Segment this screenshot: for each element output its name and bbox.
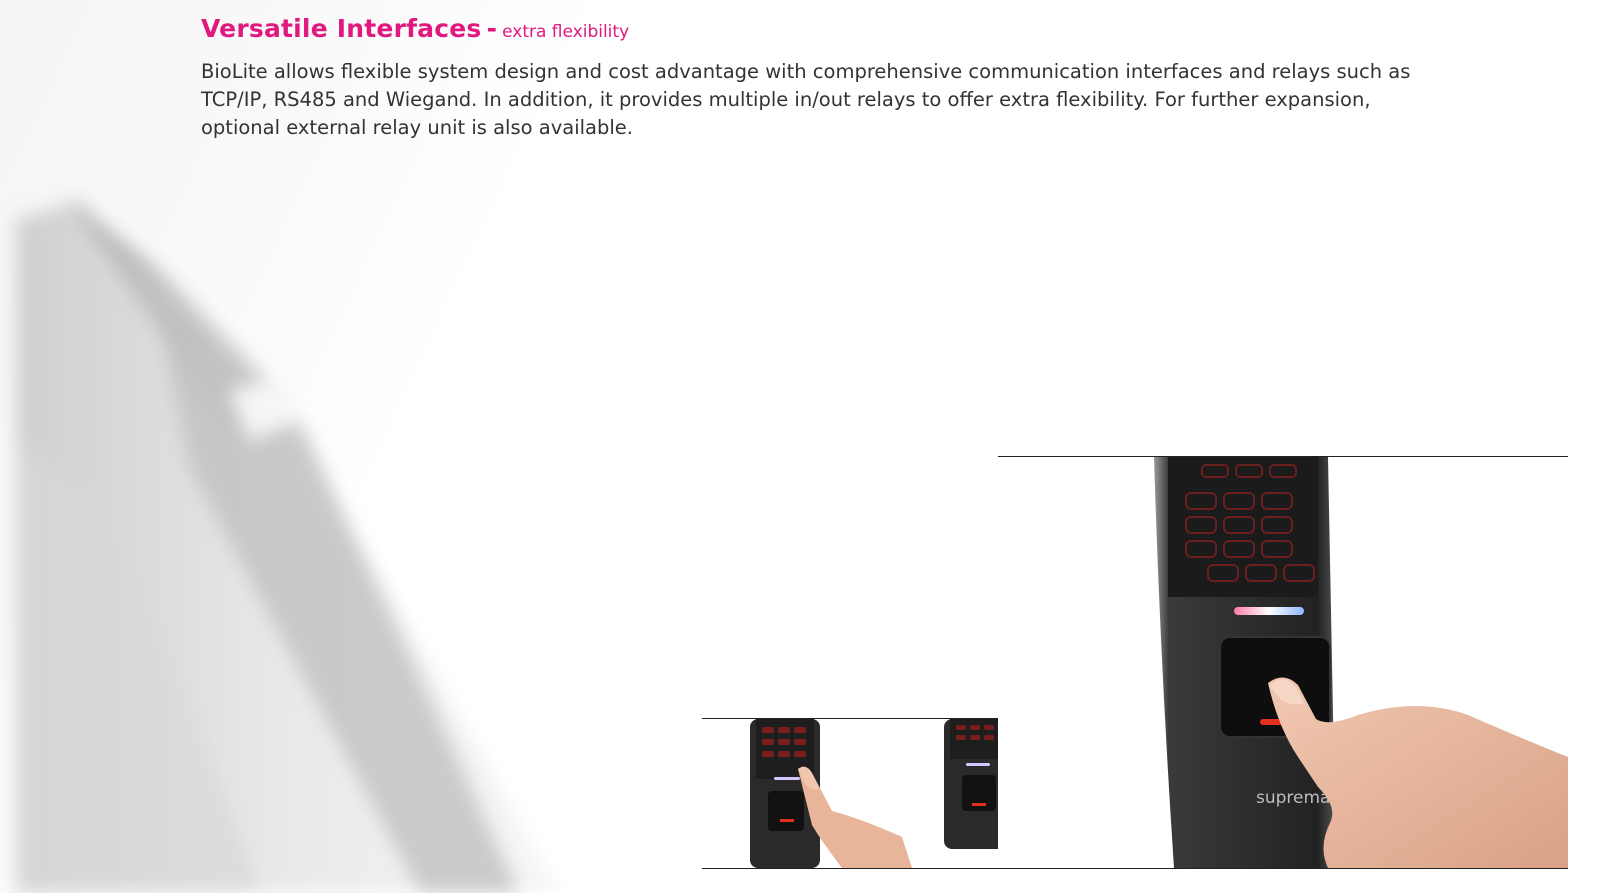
photos-bottom-rule: [702, 868, 1568, 869]
title-separator: -: [486, 14, 497, 43]
section-subtitle: extra flexibility: [502, 22, 630, 42]
photo-finger-sensor: suprema: [998, 457, 1568, 868]
page: Versatile Interfaces - extra flexibility…: [0, 0, 1608, 893]
blurred-device-image: [0, 140, 700, 893]
section-heading: Versatile Interfaces - extra flexibility: [201, 14, 629, 43]
photo-finger-keypad: [702, 719, 912, 868]
section-body: BioLite allows flexible system design an…: [201, 60, 1411, 139]
suprema-logo: suprema: [1256, 788, 1330, 808]
section-title: Versatile Interfaces: [201, 14, 482, 43]
